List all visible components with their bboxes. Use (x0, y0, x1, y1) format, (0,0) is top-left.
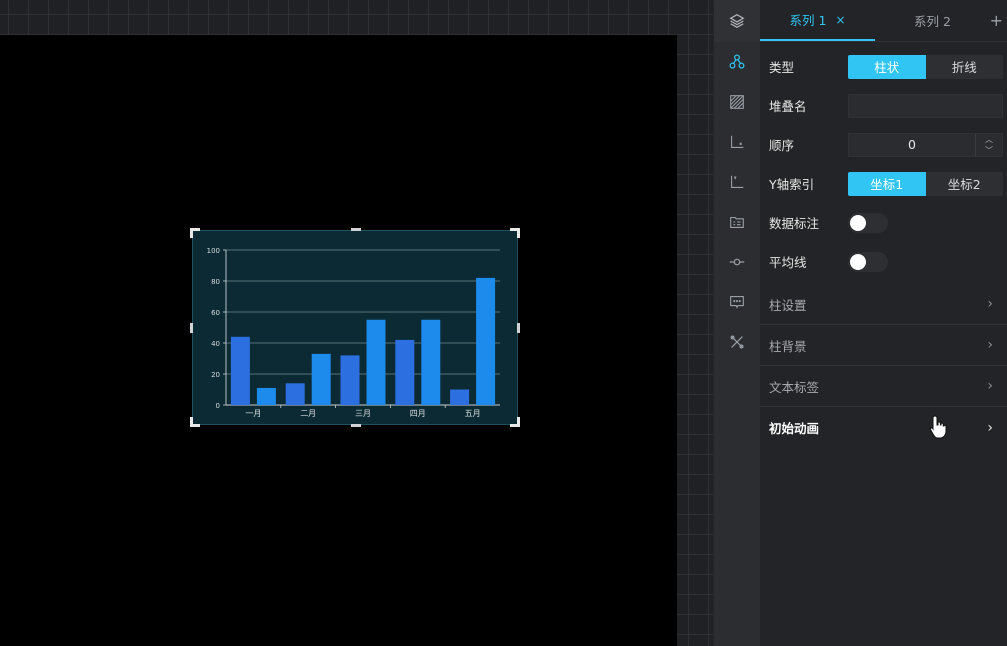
stack-label: 堆叠名 (769, 99, 807, 114)
config-icon-rail (713, 0, 760, 646)
tab-series-1[interactable]: 系列 1 × (760, 0, 875, 41)
order-row: 顺序 0 ︿ ﹀ (760, 125, 1007, 164)
y-tick-label: 100 (207, 247, 220, 255)
resize-handle-top[interactable] (351, 228, 361, 231)
y-tick-label: 0 (216, 402, 220, 410)
legend-icon[interactable] (714, 202, 760, 242)
section-text-label[interactable]: 文本标签 › (760, 366, 1007, 407)
texture-icon[interactable] (714, 82, 760, 122)
type-label: 类型 (769, 60, 795, 75)
section-label: 初始动画 (769, 421, 820, 436)
section-label: 柱背景 (769, 338, 807, 354)
chevron-right-icon: › (987, 419, 993, 436)
data-label-label: 数据标注 (769, 216, 820, 231)
bar (476, 277, 496, 405)
marker-icon[interactable] (714, 242, 760, 282)
screen-background[interactable]: 0 20 40 60 80 100 一月 二月 三月 四月 五月 (0, 35, 677, 646)
x-tick-label: 二月 (300, 409, 316, 418)
series-config-panel: 系列 1 × 系列 2 + 类型 柱状 折线 堆叠名 顺序 0 ︿ ﹀ Y轴索引 (760, 0, 1007, 646)
x-tick-label: 四月 (410, 409, 426, 418)
yaxis-option-2[interactable]: 坐标2 (925, 171, 1003, 196)
bar (256, 387, 276, 405)
order-stepper[interactable]: 0 ︿ ﹀ (848, 132, 1003, 157)
chevron-right-icon: › (987, 378, 993, 394)
bar (450, 389, 470, 405)
hand-cursor-icon (929, 415, 947, 439)
type-option-bar[interactable]: 柱状 (848, 54, 926, 79)
x-tick-label: 三月 (355, 409, 371, 418)
order-label: 顺序 (769, 138, 795, 153)
toggle-knob (850, 253, 866, 270)
data-label-row: 数据标注 (760, 203, 1007, 242)
section-label: 文本标签 (769, 379, 820, 395)
tab-label: 系列 1 (789, 13, 827, 28)
bar (230, 336, 250, 405)
chevron-right-icon: › (987, 296, 993, 312)
avg-line-toggle[interactable] (848, 251, 888, 272)
section-bar-background[interactable]: 柱背景 › (760, 325, 1007, 366)
yaxis-label: Y轴索引 (769, 177, 815, 192)
bar (366, 319, 386, 405)
x-axis-icon[interactable] (714, 122, 760, 162)
yaxis-segmented: 坐标1 坐标2 (848, 171, 1003, 196)
resize-handle-bottom[interactable] (351, 424, 361, 427)
type-row: 类型 柱状 折线 (760, 47, 1007, 86)
close-icon[interactable]: × (835, 13, 845, 27)
editor-canvas[interactable]: 0 20 40 60 80 100 一月 二月 三月 四月 五月 (0, 0, 713, 646)
resize-handle-top-left[interactable] (190, 228, 200, 238)
avg-line-label: 平均线 (769, 255, 807, 270)
chart-widget[interactable]: 0 20 40 60 80 100 一月 二月 三月 四月 五月 (190, 228, 520, 427)
tab-series-2[interactable]: 系列 2 (875, 0, 990, 41)
bar (395, 339, 415, 405)
chevron-down-icon[interactable]: ﹀ (976, 145, 1002, 156)
y-tick-label: 60 (211, 309, 220, 317)
bar (285, 383, 305, 405)
chevron-up-icon[interactable]: ︿ (976, 134, 1002, 145)
order-spin: ︿ ﹀ (975, 133, 1002, 156)
resize-handle-bottom-left[interactable] (190, 417, 200, 427)
tooltip-icon[interactable] (714, 282, 760, 322)
bar (421, 319, 441, 405)
yaxis-row: Y轴索引 坐标1 坐标2 (760, 164, 1007, 203)
section-label: 柱设置 (769, 297, 807, 313)
y-axis-icon[interactable] (714, 162, 760, 202)
chevron-right-icon: › (987, 337, 993, 353)
x-tick-label: 五月 (465, 409, 481, 418)
layers-icon[interactable] (714, 0, 760, 42)
y-tick-label: 20 (211, 371, 220, 379)
resize-handle-top-right[interactable] (510, 228, 520, 238)
bar (340, 355, 360, 405)
y-tick-label: 40 (211, 340, 220, 348)
stack-row: 堆叠名 (760, 86, 1007, 125)
bar (311, 353, 331, 405)
yaxis-option-1[interactable]: 坐标1 (848, 171, 926, 196)
section-initial-animation[interactable]: 初始动画 › (760, 407, 1007, 448)
x-tick-label: 一月 (245, 409, 261, 418)
tools-icon[interactable] (714, 322, 760, 362)
type-segmented: 柱状 折线 (848, 54, 1003, 79)
tab-label: 系列 2 (914, 14, 951, 29)
add-series-icon[interactable]: + (990, 11, 1003, 30)
resize-handle-bottom-right[interactable] (510, 417, 520, 427)
order-value[interactable]: 0 (849, 134, 975, 156)
series-icon[interactable] (714, 42, 760, 82)
data-label-toggle[interactable] (848, 212, 888, 233)
section-bar-settings[interactable]: 柱设置 › (760, 284, 1007, 325)
toggle-knob (850, 214, 866, 231)
y-tick-label: 80 (211, 278, 220, 286)
avg-line-row: 平均线 (760, 242, 1007, 281)
stack-name-input[interactable] (848, 93, 1003, 118)
series-tabs: 系列 1 × 系列 2 + (760, 0, 1007, 42)
type-option-line[interactable]: 折线 (925, 54, 1003, 79)
bar-chart: 0 20 40 60 80 100 一月 二月 三月 四月 五月 (207, 247, 500, 418)
resize-handle-left[interactable] (190, 323, 193, 333)
resize-handle-right[interactable] (517, 323, 520, 333)
